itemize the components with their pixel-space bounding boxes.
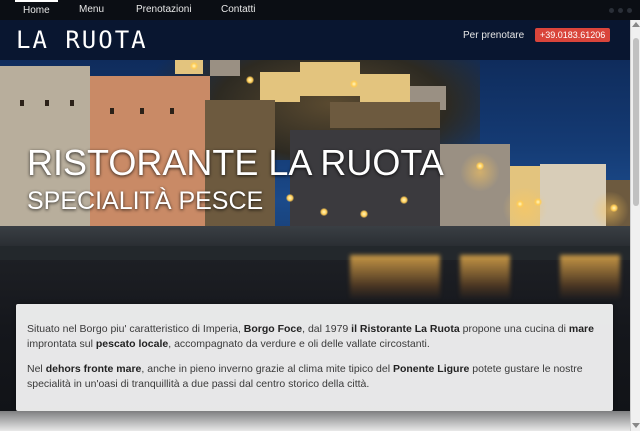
- promenade: [0, 226, 630, 246]
- hilltop-building: [175, 60, 203, 74]
- intro-card: Situato nel Borgo piu' caratteristico di…: [16, 304, 613, 411]
- slider-dot[interactable]: [609, 8, 614, 13]
- mid-building: [330, 102, 440, 128]
- vertical-scrollbar[interactable]: [630, 20, 640, 431]
- reserve-label: Per prenotare: [463, 30, 525, 41]
- intro-highlight: Ponente Ligure: [392, 363, 470, 375]
- nav-item-home[interactable]: Home: [15, 0, 58, 20]
- phone-number-button[interactable]: +39.0183.61206: [535, 28, 611, 42]
- scroll-up-icon[interactable]: [632, 22, 640, 27]
- light-glow: [460, 152, 500, 192]
- street-light: [350, 80, 358, 88]
- light-reflection: [460, 255, 510, 300]
- street-light: [320, 208, 328, 216]
- site-header: LA RUOTA Per prenotare +39.0183.61206: [0, 20, 630, 60]
- intro-highlight: dehors fronte mare: [45, 363, 142, 375]
- intro-highlight: mare: [568, 323, 594, 335]
- top-navigation: Home Menu Prenotazioni Contatti: [0, 0, 640, 20]
- hero-title: RISTORANTE LA RUOTA: [27, 142, 444, 183]
- street-light: [400, 196, 408, 204]
- intro-text: Situato nel Borgo piu' caratteristico di…: [27, 323, 244, 335]
- intro-text: specialità in un'oasi di tranquillità a …: [27, 378, 370, 390]
- street-light: [476, 162, 484, 170]
- window: [170, 108, 174, 114]
- intro-text: , accompagnato da verdure e oli delle va…: [168, 338, 430, 350]
- street-light: [286, 194, 294, 202]
- street-light: [516, 200, 524, 208]
- street-light: [360, 210, 368, 218]
- scroll-down-icon[interactable]: [632, 423, 640, 428]
- hilltop-building: [300, 62, 360, 96]
- hero-subtitle: SPECIALITÀ PESCE: [27, 187, 264, 215]
- slider-dots: [609, 8, 632, 13]
- window: [110, 108, 114, 114]
- light-glow: [500, 188, 550, 228]
- light-reflection: [350, 255, 440, 300]
- street-light: [610, 204, 618, 212]
- intro-paragraph-2: Nel dehors fronte mare, anche in pieno i…: [27, 362, 601, 392]
- intro-text: Nel: [27, 363, 46, 375]
- hilltop-building: [260, 72, 300, 102]
- intro-text: , anche in pieno inverno grazie al clima…: [141, 363, 393, 375]
- intro-text: propone una cucina di: [459, 323, 569, 335]
- nav-item-menu[interactable]: Menu: [79, 0, 104, 20]
- street-light: [534, 198, 542, 206]
- intro-paragraph-1: Situato nel Borgo piu' caratteristico di…: [27, 322, 601, 352]
- scroll-thumb[interactable]: [633, 38, 639, 206]
- intro-text: potete gustare le nostre: [469, 363, 583, 375]
- intro-highlight: il Ristorante La Ruota: [351, 323, 460, 335]
- light-reflection: [560, 255, 620, 300]
- hilltop-building: [210, 60, 240, 76]
- bottom-fade: [0, 411, 630, 431]
- intro-highlight: pescato locale: [95, 338, 169, 350]
- nav-item-contatti[interactable]: Contatti: [221, 0, 255, 20]
- street-light: [246, 76, 254, 84]
- nav-item-prenotazioni[interactable]: Prenotazioni: [136, 0, 192, 20]
- site-logo[interactable]: LA RUOTA: [16, 26, 148, 54]
- intro-highlight: Borgo Foce: [243, 323, 303, 335]
- hilltop-building: [360, 74, 410, 102]
- window: [140, 108, 144, 114]
- slider-dot[interactable]: [627, 8, 632, 13]
- intro-text: , dal 1979: [302, 323, 352, 335]
- window: [45, 100, 49, 106]
- slider-dot[interactable]: [618, 8, 623, 13]
- window: [70, 100, 74, 106]
- intro-text: improntata sul: [27, 338, 96, 350]
- window: [20, 100, 24, 106]
- sea-wall: [0, 246, 630, 260]
- street-light: [190, 62, 198, 70]
